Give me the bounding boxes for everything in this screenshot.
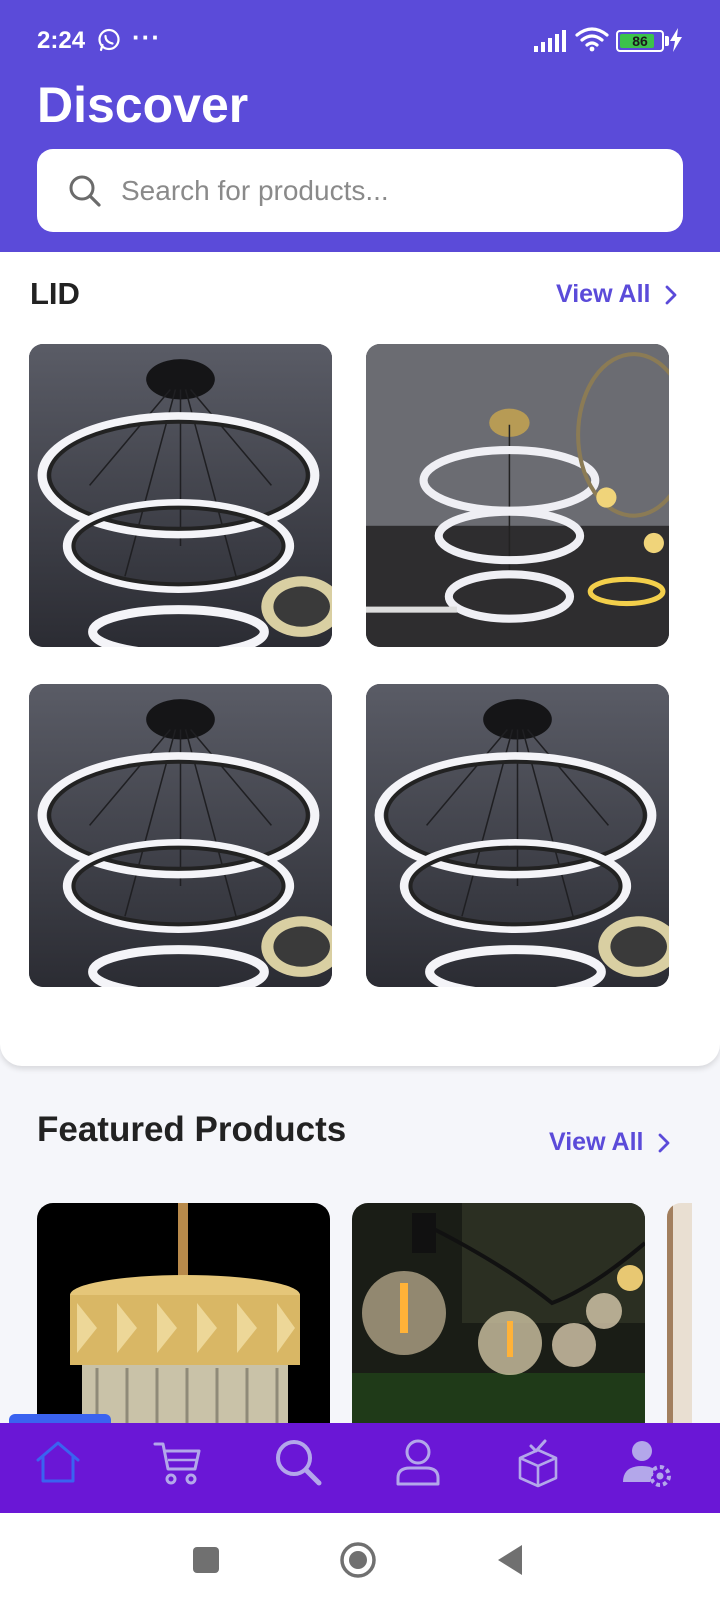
nav-home[interactable] <box>28 1432 88 1492</box>
status-bar: 2:24 ··· 86 <box>0 0 720 80</box>
wifi-icon <box>575 27 609 52</box>
home-button-icon[interactable] <box>338 1540 378 1580</box>
lid-product-card[interactable] <box>366 344 669 647</box>
home-icon <box>36 1441 80 1483</box>
section-title-featured: Featured Products <box>37 1110 347 1149</box>
overflow-dots-icon: ··· <box>132 22 161 52</box>
nav-search[interactable] <box>268 1432 328 1492</box>
featured-product-card-partial[interactable] <box>667 1203 692 1423</box>
bottom-nav <box>0 1423 720 1513</box>
partial-product-image <box>667 1203 692 1423</box>
nav-account-settings[interactable] <box>616 1432 676 1492</box>
nav-orders[interactable] <box>508 1432 568 1492</box>
chevron-right-icon <box>659 1133 670 1152</box>
search-icon <box>69 175 101 207</box>
profile-icon <box>396 1439 440 1486</box>
section-title-lid: LID <box>30 276 80 311</box>
package-icon <box>518 1439 558 1488</box>
cart-icon <box>153 1442 201 1485</box>
whatsapp-icon <box>98 28 120 52</box>
featured-product-card[interactable] <box>352 1203 645 1423</box>
lid-product-card[interactable] <box>29 684 332 987</box>
view-all-label: View All <box>556 280 651 308</box>
back-icon[interactable] <box>490 1540 530 1580</box>
featured-product-card[interactable] <box>37 1203 330 1423</box>
ring-chandelier-image <box>366 684 669 987</box>
nav-cart[interactable] <box>148 1432 208 1492</box>
search-bar[interactable] <box>37 149 683 232</box>
lid-view-all-link[interactable]: View All <box>556 280 678 309</box>
header: 2:24 ··· 86 Discover <box>0 0 720 252</box>
signal-icon <box>534 30 566 52</box>
featured-view-all-link[interactable]: View All <box>549 1128 671 1157</box>
ring-chandelier-image <box>29 344 332 647</box>
view-all-label: View All <box>549 1128 644 1156</box>
ring-chandelier-image <box>29 684 332 987</box>
charging-icon <box>670 28 682 52</box>
search-icon <box>276 1440 322 1486</box>
lid-product-card[interactable] <box>366 684 669 987</box>
battery-icon: 86 <box>616 30 664 52</box>
battery-level: 86 <box>632 33 648 49</box>
recent-apps-icon[interactable] <box>186 1540 226 1580</box>
status-time: 2:24 <box>37 27 86 54</box>
search-input[interactable] <box>121 149 661 232</box>
page-title: Discover <box>37 77 249 133</box>
lid-section: LID View All <box>0 252 720 1066</box>
account-settings-icon <box>623 1441 671 1487</box>
crystal-drum-chandelier-image <box>37 1203 330 1423</box>
tiered-ring-chandelier-image <box>366 344 669 647</box>
chevron-right-icon <box>666 285 677 304</box>
string-bulb-lights-image <box>352 1203 645 1423</box>
lid-product-card[interactable] <box>29 344 332 647</box>
nav-profile[interactable] <box>388 1432 448 1492</box>
